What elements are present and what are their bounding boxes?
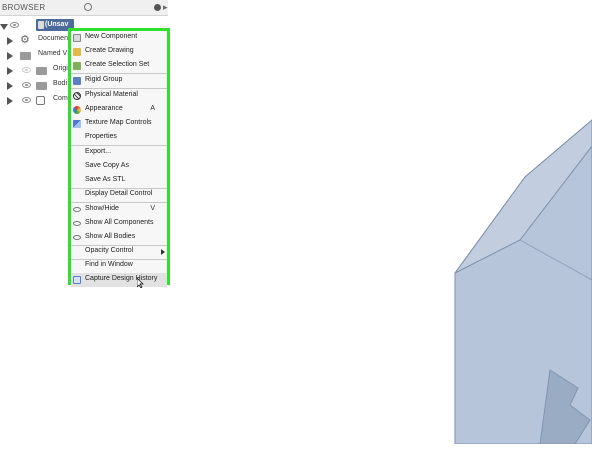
menu-item-label: Save Copy As <box>85 162 129 169</box>
folder-icon <box>20 52 31 60</box>
tree-row-named-views[interactable]: Named V <box>0 48 70 63</box>
menu-item-save-copy-as[interactable]: Save Copy As <box>71 160 167 174</box>
menu-item-label: Display Detail Control <box>85 190 153 197</box>
menu-item-show-all-components[interactable]: Show All Components <box>71 217 167 231</box>
tree-row-bodies[interactable]: Bodi <box>0 78 70 93</box>
mouse-cursor-icon <box>137 278 144 288</box>
expand-triangle-icon[interactable] <box>7 82 13 90</box>
tree-label: Bodi <box>53 80 68 87</box>
menu-item-create-selection-set[interactable]: Create Selection Set <box>71 59 167 73</box>
menu-item-label: Find in Window <box>85 261 133 268</box>
menu-item-properties[interactable]: Properties <box>71 131 167 145</box>
menu-item-create-drawing[interactable]: Create Drawing <box>71 45 167 59</box>
menu-item-appearance[interactable]: Appearance A <box>71 103 167 117</box>
menu-item-label: Show/Hide <box>85 205 119 212</box>
collapse-panel-icon[interactable]: ▸ <box>163 2 168 13</box>
texture-map-icon <box>73 120 81 128</box>
eye-icon <box>73 235 81 240</box>
menu-item-label: Create Drawing <box>85 47 134 54</box>
context-menu: New Component Create Drawing Create Sele… <box>68 28 170 288</box>
eye-icon[interactable] <box>10 22 19 28</box>
menu-item-label: Properties <box>85 133 117 140</box>
menu-item-label: Appearance <box>85 105 123 112</box>
expand-triangle-icon[interactable] <box>7 37 13 45</box>
root-component-label: (Unsav <box>45 21 69 28</box>
menu-item-label: Opacity Control <box>85 247 134 254</box>
tree-row-components[interactable]: Comp <box>0 93 72 108</box>
browser-title: BROWSER <box>2 3 46 12</box>
menu-item-find-in-window[interactable]: Find in Window <box>71 259 167 273</box>
menu-item-label: Rigid Group <box>85 76 123 83</box>
expand-triangle-icon[interactable] <box>7 52 13 60</box>
gear-icon: ⚙ <box>20 34 30 46</box>
component-icon <box>36 96 45 105</box>
menu-item-label: Physical Material <box>85 91 138 98</box>
menu-item-label: Save As STL <box>85 176 126 183</box>
expand-triangle-icon[interactable] <box>7 67 13 75</box>
eye-icon[interactable] <box>22 82 31 88</box>
expand-triangle-icon[interactable] <box>7 97 13 105</box>
menu-item-label: Show All Components <box>85 219 154 226</box>
menu-item-label: Show All Bodies <box>85 233 136 240</box>
menu-item-label: New Component <box>85 33 138 40</box>
browser-tree: (Unsav ⚙ Document Named V Origi Bodi Com… <box>0 18 74 108</box>
menu-item-opacity-control[interactable]: Opacity Control <box>71 245 167 259</box>
menu-item-capture-design-history[interactable]: Capture Design History <box>71 273 167 288</box>
activate-component-icon[interactable] <box>84 3 92 11</box>
folder-icon <box>36 82 47 90</box>
menu-item-label: Texture Map Controls <box>85 119 152 126</box>
document-icon <box>38 21 44 29</box>
design-history-icon <box>73 276 81 284</box>
pin-icon[interactable] <box>154 4 161 11</box>
new-component-icon <box>73 34 81 42</box>
menu-item-export[interactable]: Export... <box>71 146 167 160</box>
selection-set-icon <box>73 62 81 70</box>
tree-label: Named V <box>38 50 68 57</box>
tree-row-root[interactable]: (Unsav <box>0 18 74 33</box>
tree-row-origin[interactable]: Origi <box>0 63 70 78</box>
physical-material-icon <box>73 92 81 100</box>
folder-icon <box>36 67 47 75</box>
menu-item-save-as-stl[interactable]: Save As STL <box>71 174 167 188</box>
menu-item-show-hide[interactable]: Show/Hide V <box>71 203 167 217</box>
menu-item-label: Create Selection Set <box>85 61 150 68</box>
menu-item-texture-map-controls[interactable]: Texture Map Controls <box>71 117 167 131</box>
eye-icon[interactable] <box>22 97 31 103</box>
menu-item-physical-material[interactable]: Physical Material <box>71 89 167 103</box>
menu-item-display-detail-control[interactable]: Display Detail Control <box>71 188 167 202</box>
rigid-group-icon <box>73 77 81 85</box>
menu-item-label: Export... <box>85 148 112 155</box>
menu-item-new-component[interactable]: New Component <box>71 31 167 45</box>
tree-row-document-settings[interactable]: ⚙ Document <box>0 33 70 48</box>
shortcut-key: V <box>150 205 155 212</box>
tree-label: Document <box>38 35 70 42</box>
expand-triangle-icon[interactable] <box>0 24 8 30</box>
menu-item-show-all-bodies[interactable]: Show All Bodies <box>71 231 167 245</box>
eye-icon <box>73 221 81 226</box>
eye-icon[interactable] <box>22 67 31 73</box>
appearance-icon <box>73 106 81 114</box>
submenu-arrow-icon <box>161 249 165 255</box>
menu-item-label: Capture Design History <box>85 275 158 282</box>
drawing-icon <box>73 48 81 56</box>
tree-label: Origi <box>53 65 68 72</box>
eye-icon <box>73 207 81 212</box>
shortcut-key: A <box>150 105 155 112</box>
menu-item-rigid-group[interactable]: Rigid Group <box>71 74 167 88</box>
